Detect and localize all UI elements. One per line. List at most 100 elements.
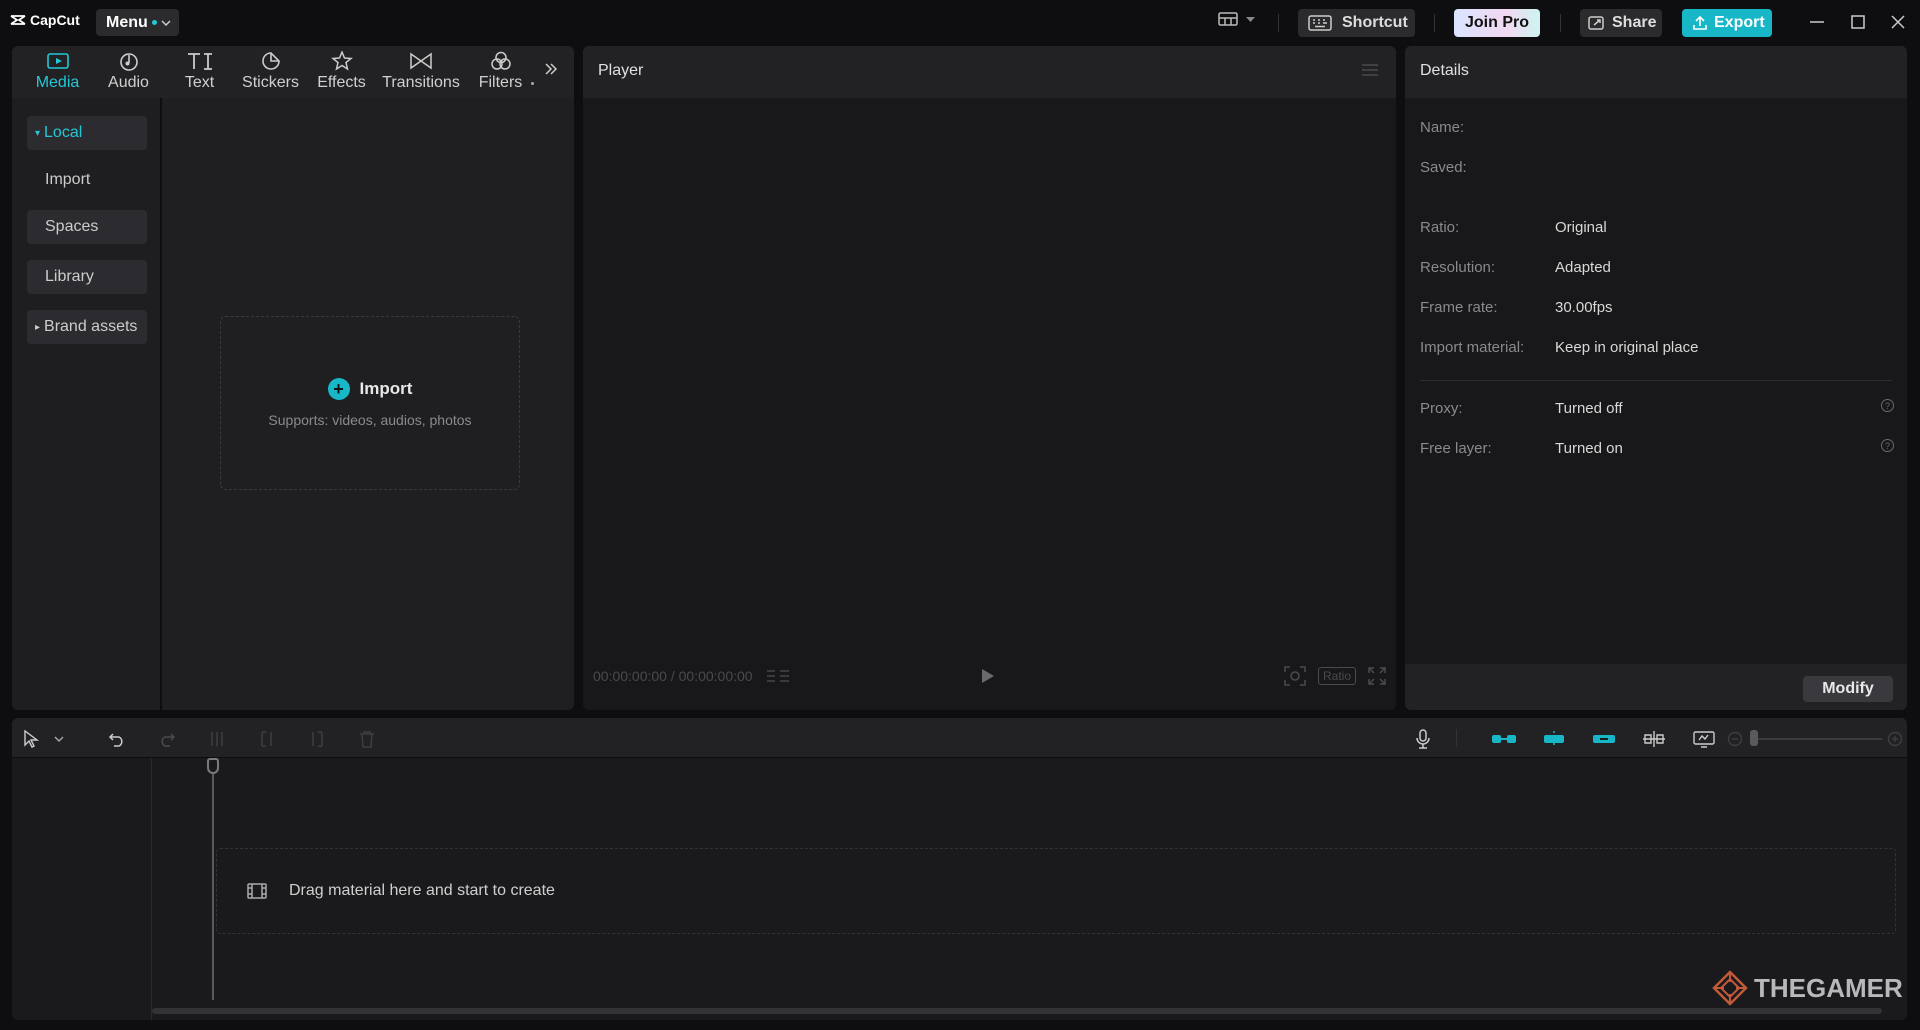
shortcut-button[interactable]: Shortcut: [1298, 9, 1415, 37]
preview-axis-button[interactable]: [1640, 728, 1668, 750]
import-dropzone[interactable]: + Import Supports: videos, audios, photo…: [220, 316, 520, 490]
tab-effects[interactable]: Effects: [306, 46, 377, 98]
playhead-line[interactable]: [212, 760, 214, 1000]
tab-label: Filters: [478, 74, 523, 91]
detail-value-import-material: Keep in original place: [1555, 339, 1699, 356]
linkage-button[interactable]: [1590, 728, 1618, 750]
sidebar-item-import[interactable]: Import: [27, 163, 147, 197]
minimize-icon: [1810, 21, 1824, 23]
sidebar-item-brand-assets[interactable]: ▸ Brand assets: [27, 310, 147, 344]
tab-label: Text: [184, 74, 215, 91]
export-icon: [1693, 15, 1707, 30]
text-icon: [187, 53, 212, 70]
sidebar-item-library[interactable]: Library: [27, 260, 147, 294]
maximize-button[interactable]: [1848, 12, 1868, 32]
zoom-slider-handle[interactable]: [1750, 730, 1758, 746]
player-header: Player: [583, 46, 1396, 98]
split-button[interactable]: [206, 728, 228, 750]
tab-filters[interactable]: Filters: [465, 46, 536, 98]
dropzone-hint: Drag material here and start to create: [289, 882, 555, 899]
details-header: Details: [1405, 46, 1907, 98]
close-icon: [1891, 15, 1905, 29]
timeline-toolbar: [12, 718, 1907, 758]
zoom-slider-track[interactable]: [1752, 738, 1882, 740]
timeline-dropzone[interactable]: Drag material here and start to create: [216, 848, 1896, 934]
timecode-text: 00:00:00:00 / 00:00:00:00: [593, 668, 753, 684]
zoom-in-icon: [1887, 731, 1903, 747]
player-menu-button[interactable]: [1362, 64, 1378, 76]
divider: [1434, 14, 1435, 32]
detail-label-name: Name:: [1420, 119, 1465, 136]
tab-label: Effects: [317, 74, 366, 91]
capcut-logo-icon: [10, 15, 26, 25]
media-panel: Media Audio Text Stickers Effects Transi…: [12, 46, 574, 710]
timeline-grid-icon: [766, 670, 789, 682]
details-panel: Details Name: Saved: Ratio: Original Res…: [1405, 46, 1907, 710]
split-left-button[interactable]: [256, 728, 278, 750]
caret-down-icon: ▾: [35, 127, 41, 139]
watermark-text: THEGAMER: [1754, 972, 1903, 1003]
detail-label-proxy: Proxy:: [1420, 400, 1463, 417]
fit-screen-icon[interactable]: [1284, 666, 1306, 686]
auto-snap-button[interactable]: [1540, 728, 1568, 750]
sidebar-item-label: Local: [44, 124, 83, 141]
select-tool-button[interactable]: [20, 728, 42, 750]
close-button[interactable]: [1888, 12, 1908, 32]
detail-label-saved: Saved:: [1420, 159, 1467, 176]
tab-media[interactable]: Media: [22, 46, 93, 98]
undo-button[interactable]: [106, 728, 128, 750]
menu-label: Menu: [106, 13, 148, 31]
playhead-handle[interactable]: [207, 758, 219, 774]
sidebar-item-local[interactable]: ▾ Local: [27, 116, 147, 150]
layout-button[interactable]: [1218, 12, 1255, 26]
audio-icon: [119, 53, 138, 71]
tab-audio[interactable]: Audio: [93, 46, 164, 98]
zoom-out-button[interactable]: [1724, 728, 1746, 750]
split-right-button[interactable]: [306, 728, 328, 750]
zoom-in-button[interactable]: [1884, 728, 1906, 750]
screenshot-button[interactable]: [1690, 728, 1718, 750]
ratio-button[interactable]: Ratio: [1317, 667, 1356, 685]
help-icon[interactable]: ?: [1881, 399, 1894, 412]
player-timecode: 00:00:00:00 / 00:00:00:00: [593, 668, 791, 684]
record-voiceover-button[interactable]: [1412, 728, 1434, 750]
divider: [1420, 380, 1892, 381]
logo-text: CapCut: [30, 12, 80, 28]
detail-label-free-layer: Free layer:: [1420, 440, 1492, 457]
player-tools: Ratio: [1284, 666, 1386, 686]
fullscreen-icon[interactable]: [1368, 667, 1386, 685]
main-track-magnet-button[interactable]: [1490, 728, 1518, 750]
player-title: Player: [598, 62, 644, 79]
play-button[interactable]: [981, 668, 995, 684]
export-label: Export: [1714, 14, 1765, 31]
minimize-button[interactable]: [1807, 12, 1827, 32]
sidebar-item-spaces[interactable]: Spaces: [27, 210, 147, 244]
timeline-scrollbar[interactable]: [152, 1008, 1882, 1014]
import-label: Import: [359, 379, 413, 398]
more-tabs-button[interactable]: [544, 62, 558, 76]
select-tool-dropdown[interactable]: [48, 728, 70, 750]
caret-right-icon: ▸: [35, 321, 41, 333]
tab-stickers[interactable]: Stickers: [235, 46, 306, 98]
divider: [1456, 729, 1457, 747]
detail-value-frame-rate: 30.00fps: [1555, 299, 1613, 316]
import-button[interactable]: + Import: [327, 378, 413, 400]
delete-button[interactable]: [356, 728, 378, 750]
tab-text[interactable]: Text: [164, 46, 235, 98]
help-icon[interactable]: ?: [1881, 439, 1894, 452]
chevron-double-right-icon: [545, 63, 558, 75]
modify-button[interactable]: Modify: [1803, 676, 1893, 702]
cursor-icon: [24, 730, 39, 748]
tab-label: Media: [35, 74, 80, 91]
join-pro-button[interactable]: Join Pro: [1454, 9, 1540, 37]
hamburger-icon: [1362, 64, 1378, 76]
tab-transitions[interactable]: Transitions: [377, 46, 465, 98]
layout-icon: [1218, 12, 1238, 26]
chevron-down-icon: [161, 19, 171, 26]
export-button[interactable]: Export: [1682, 9, 1772, 37]
share-button[interactable]: Share: [1580, 9, 1662, 37]
stickers-icon: [261, 52, 280, 70]
menu-button[interactable]: Menu: [96, 9, 179, 36]
join-pro-label: Join Pro: [1464, 14, 1529, 31]
redo-button[interactable]: [156, 728, 178, 750]
